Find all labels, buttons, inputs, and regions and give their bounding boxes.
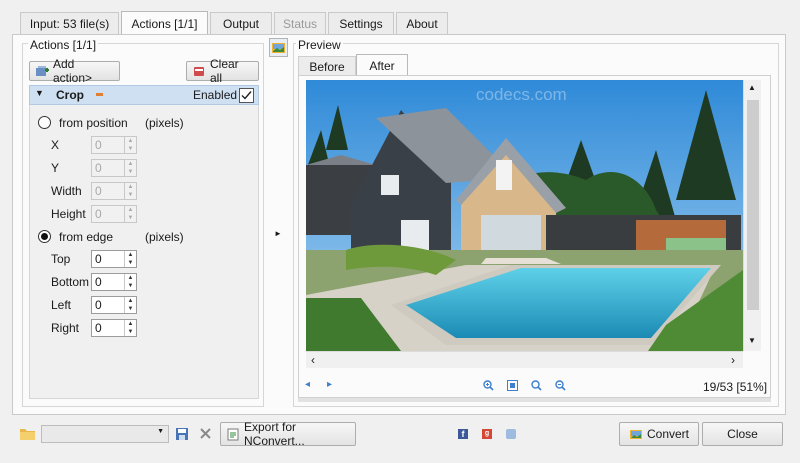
share-icon[interactable] [506, 429, 516, 439]
eraser-icon [192, 64, 206, 78]
crop-title: Crop [56, 88, 84, 102]
scroll-left-icon[interactable]: ‹ [311, 353, 315, 367]
width-spinbox[interactable]: 0 ▲ ▼ [91, 182, 137, 200]
add-action-label: Add action> [53, 57, 93, 85]
spin-arrows-icon[interactable]: ▲ ▼ [124, 160, 136, 176]
actual-size-icon[interactable] [531, 380, 542, 391]
collapse-triangle-icon[interactable]: ▼ [35, 88, 44, 98]
export-icon [226, 427, 240, 441]
convert-button[interactable]: Convert [619, 422, 699, 446]
preview-tab-before[interactable]: Before [298, 56, 356, 76]
add-icon [35, 64, 49, 78]
from-position-radio[interactable] [38, 116, 51, 129]
open-folder-icon[interactable] [20, 427, 35, 440]
zoom-out-icon[interactable] [555, 380, 566, 391]
tab-settings[interactable]: Settings [328, 12, 394, 34]
splitter-arrow-icon[interactable]: ► [274, 229, 282, 238]
x-spinbox[interactable]: 0 ▲ ▼ [91, 136, 137, 154]
tab-actions[interactable]: Actions [1/1] [121, 11, 208, 35]
height-label: Height [51, 207, 86, 221]
y-spinbox[interactable]: 0 ▲ ▼ [91, 159, 137, 177]
google-plus-icon[interactable]: g [482, 429, 492, 439]
preview-progress-bar [298, 397, 771, 402]
convert-icon [629, 427, 643, 441]
y-label: Y [51, 161, 60, 175]
image-preview-icon [272, 43, 285, 53]
spin-arrows-icon[interactable]: ▲ ▼ [124, 206, 136, 222]
enabled-checkbox[interactable] [239, 88, 254, 103]
spin-arrows-icon[interactable]: ▲ ▼ [124, 297, 136, 313]
from-position-label: from position [59, 116, 128, 130]
preview-toggle-button[interactable] [269, 38, 288, 57]
scroll-down-icon[interactable]: ▼ [748, 336, 756, 345]
delete-icon[interactable] [200, 428, 211, 439]
close-button[interactable]: Close [702, 422, 783, 446]
previous-image-icon[interactable]: ◂ [305, 379, 310, 390]
close-label: Close [727, 427, 758, 441]
next-image-icon[interactable]: ▸ [327, 379, 332, 390]
zoom-in-icon[interactable] [483, 380, 494, 391]
tab-input[interactable]: Input: 53 file(s) [20, 12, 119, 34]
save-icon[interactable] [176, 428, 188, 440]
spin-arrows-icon[interactable]: ▲ ▼ [124, 137, 136, 153]
facebook-icon[interactable]: f [458, 429, 468, 439]
tab-output[interactable]: Output [210, 12, 272, 34]
bottom-spinbox[interactable]: 0 ▲ ▼ [91, 273, 137, 291]
preset-dropdown[interactable]: ▼ [41, 425, 169, 443]
spin-arrows-icon[interactable]: ▲ ▼ [124, 320, 136, 336]
preview-image [306, 80, 743, 351]
tab-about[interactable]: About [396, 12, 448, 34]
top-label: Top [51, 252, 71, 266]
export-nconvert-button[interactable]: Export for NConvert... [220, 420, 356, 448]
top-spinbox[interactable]: 0 ▲ ▼ [91, 250, 137, 268]
preview-tab-after[interactable]: After [356, 54, 408, 76]
spin-arrows-icon[interactable]: ▲ ▼ [124, 251, 136, 267]
horizontal-scrollbar[interactable]: ‹ › [306, 351, 743, 368]
scroll-up-icon[interactable]: ▲ [748, 83, 756, 92]
bottom-label: Bottom [51, 275, 90, 289]
width-label: Width [51, 184, 82, 198]
from-edge-radio[interactable] [38, 230, 51, 243]
clear-all-label: Clear all [210, 57, 239, 85]
dropdown-arrow-icon: ▼ [157, 428, 164, 435]
export-label: Export for NConvert... [244, 420, 305, 448]
preview-title: Preview [296, 38, 343, 52]
height-spinbox[interactable]: 0 ▲ ▼ [91, 205, 137, 223]
from-edge-label: from edge [59, 230, 114, 244]
convert-label: Convert [646, 427, 690, 441]
add-action-button[interactable]: Add action> [29, 57, 120, 85]
enabled-label: Enabled [193, 88, 238, 102]
x-label: X [51, 138, 60, 152]
right-label: Right [51, 321, 80, 335]
spin-arrows-icon[interactable]: ▲ ▼ [124, 183, 136, 199]
right-spinbox[interactable]: 0 ▲ ▼ [91, 319, 137, 337]
tab-status[interactable]: Status [274, 12, 326, 34]
vertical-scroll-thumb[interactable] [747, 100, 759, 310]
clear-all-button[interactable]: Clear all [186, 57, 259, 85]
left-spinbox[interactable]: 0 ▲ ▼ [91, 296, 137, 314]
left-label: Left [51, 298, 72, 312]
fit-to-window-icon[interactable] [507, 380, 518, 391]
crop-action-icon [96, 93, 103, 96]
vertical-scrollbar[interactable]: ▲ ▼ [743, 80, 761, 351]
actions-group-title: Actions [1/1] [28, 38, 99, 52]
scroll-right-icon[interactable]: › [731, 353, 735, 367]
from-position-unit: (pixels) [145, 116, 184, 130]
page-info: 19/53 [51%] [703, 380, 768, 394]
spin-arrows-icon[interactable]: ▲ ▼ [124, 274, 136, 290]
image-watermark: codecs.com [476, 85, 567, 104]
from-edge-unit: (pixels) [145, 230, 184, 244]
